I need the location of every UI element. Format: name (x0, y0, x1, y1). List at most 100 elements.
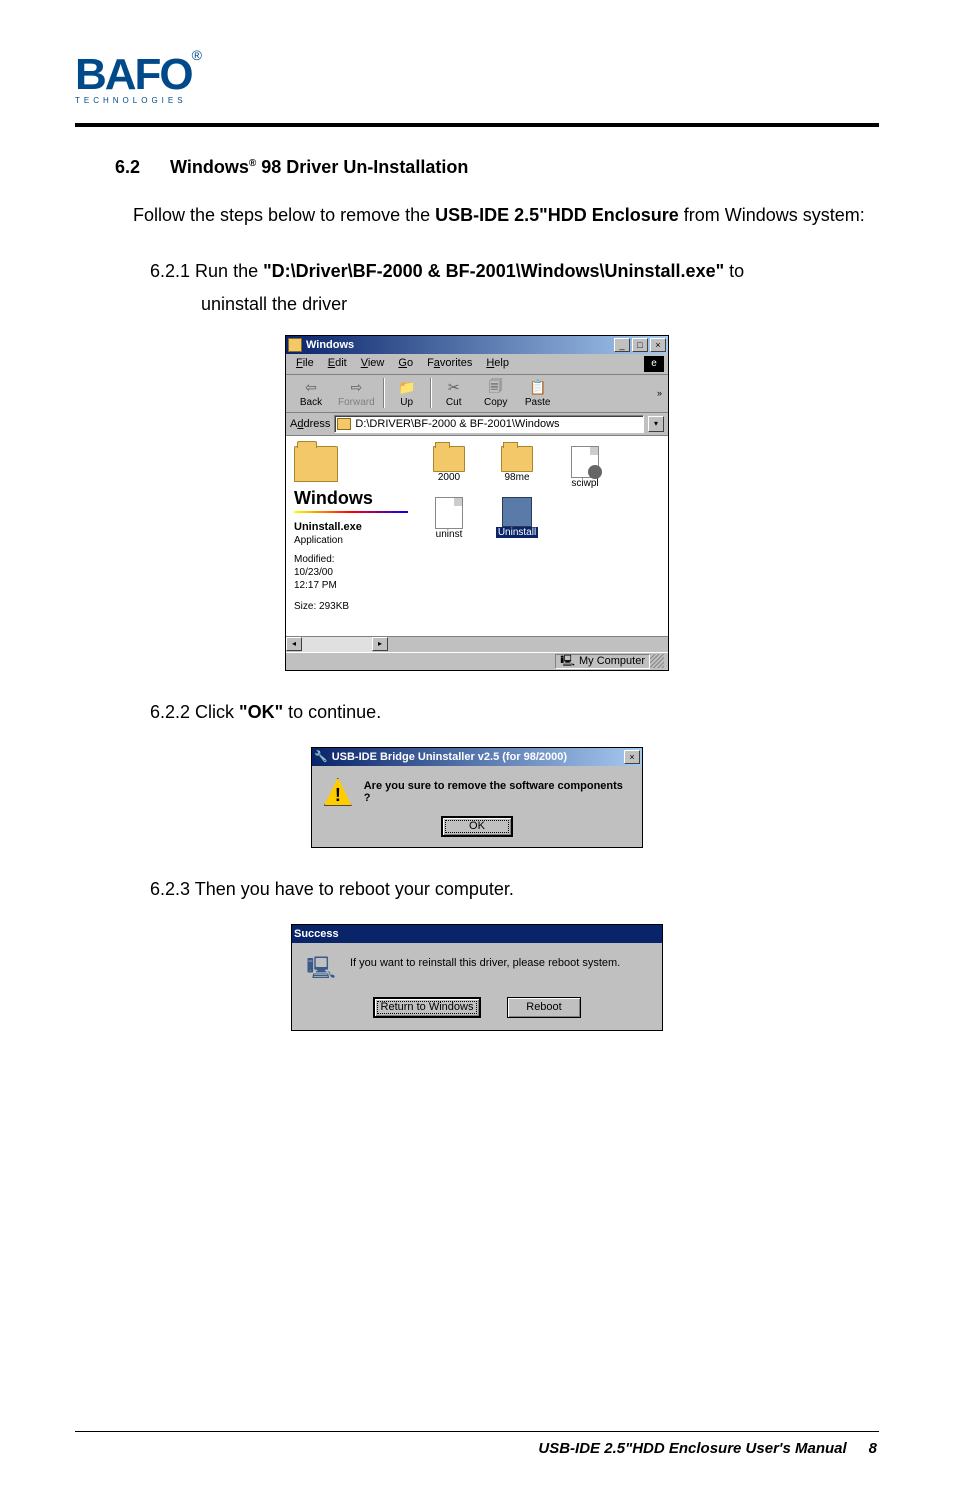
dialog2-titlebar[interactable]: Success (292, 925, 662, 943)
address-label: Address (290, 418, 330, 430)
paste-button[interactable]: 📋Paste (517, 377, 559, 410)
reboot-button[interactable]: Reboot (507, 997, 581, 1018)
menu-view[interactable]: View (355, 356, 391, 372)
minimize-button[interactable]: _ (614, 338, 630, 352)
modified-label: Modified: (294, 554, 408, 565)
status-bar: 🖳 My Computer (286, 652, 668, 670)
up-label: Up (400, 397, 413, 408)
step2-bold: "OK" (239, 702, 283, 722)
confirm-dialog: 🔧 USB-IDE Bridge Uninstaller v2.5 (for 9… (311, 747, 643, 848)
selected-type: Application (294, 535, 408, 546)
wizard-icon: 🔧 (314, 750, 328, 763)
success-icon: 🖳 (306, 955, 336, 985)
header-rule (75, 123, 879, 127)
dialog2-body: 🖳 If you want to reinstall this driver, … (292, 943, 662, 989)
scroll-left-button[interactable]: ◂ (286, 637, 302, 651)
step-6-2-1: 6.2.1 Run the "D:\Driver\BF-2000 & BF-20… (150, 258, 879, 286)
step1-line2: uninstall the driver (201, 294, 879, 315)
section-title-prefix: Windows (170, 157, 249, 177)
ok-label: OK (469, 820, 485, 832)
dialog1-titlebar[interactable]: 🔧 USB-IDE Bridge Uninstaller v2.5 (for 9… (312, 748, 642, 766)
size-text: Size: 293KB (294, 601, 408, 612)
ok-button[interactable]: OK (441, 816, 513, 837)
menubar: File Edit View Go Favorites Help e (286, 354, 668, 375)
menu-file[interactable]: File (290, 356, 320, 372)
section-number: 6.2 (115, 157, 140, 177)
copy-button[interactable]: 🗐Copy (475, 377, 517, 410)
selected-name: Uninstall.exe (294, 521, 408, 533)
menu-help[interactable]: Help (480, 356, 515, 372)
dialog2-title: Success (294, 928, 660, 940)
cut-button[interactable]: ✂Cut (433, 377, 475, 410)
intro-pre: Follow the steps below to remove the (133, 205, 435, 225)
ini-file-icon (435, 497, 463, 529)
intro-text: Follow the steps below to remove the USB… (133, 202, 879, 230)
scrollbar-track[interactable] (302, 637, 372, 652)
menu-go[interactable]: Go (392, 356, 419, 372)
footer-page: 8 (869, 1440, 877, 1457)
resize-grip[interactable] (650, 654, 664, 668)
step3-num: 6.2.3 (150, 879, 190, 899)
folder-icon (433, 446, 465, 472)
toolbar-overflow[interactable]: » (655, 388, 664, 398)
footer: USB-IDE 2.5"HDD Enclosure User's Manual … (75, 1432, 879, 1457)
figure-dialog1: 🔧 USB-IDE Bridge Uninstaller v2.5 (for 9… (75, 747, 879, 848)
folder-icon (501, 446, 533, 472)
list-item[interactable]: Uninstall (492, 497, 542, 540)
explorer-titlebar[interactable]: Windows _ □ × (286, 336, 668, 354)
step2-pre: Click (190, 702, 239, 722)
menu-favorites[interactable]: Favorites (421, 356, 478, 372)
cut-label: Cut (446, 397, 462, 408)
item-label: 98me (504, 472, 529, 483)
file-list[interactable]: 2000 98me sciwpl uninst Uninstall (416, 436, 668, 636)
forward-label: Forward (338, 397, 375, 408)
menu-edit[interactable]: Edit (322, 356, 353, 372)
list-item[interactable]: 2000 (424, 446, 474, 489)
status-zone: 🖳 My Computer (555, 654, 650, 669)
figure-explorer: Windows _ □ × File Edit View Go Favorite… (75, 335, 879, 671)
item-label: 2000 (438, 472, 460, 483)
paste-label: Paste (525, 397, 551, 408)
step1-pre: Run the (190, 261, 263, 281)
up-button[interactable]: 📁Up (386, 377, 428, 410)
scroll-right-button[interactable]: ▸ (372, 637, 388, 651)
back-label: Back (300, 397, 322, 408)
footer-text: USB-IDE 2.5"HDD Enclosure User's Manual (538, 1440, 846, 1457)
intro-bold: USB-IDE 2.5"HDD Enclosure (435, 205, 679, 225)
address-folder-icon (337, 418, 351, 430)
logo-registered: ® (192, 47, 202, 63)
back-button[interactable]: ⇦Back (290, 377, 332, 410)
step-6-2-3: 6.2.3 Then you have to reboot your compu… (150, 876, 879, 904)
step2-num: 6.2.2 (150, 702, 190, 722)
list-item[interactable]: 98me (492, 446, 542, 489)
address-field[interactable]: D:\DRIVER\BF-2000 & BF-2001\Windows (334, 415, 644, 433)
list-item[interactable]: uninst (424, 497, 474, 540)
forward-button[interactable]: ⇨Forward (332, 377, 381, 410)
close-button[interactable]: × (624, 750, 640, 764)
cut-icon: ✂ (444, 379, 464, 397)
gear-icon (588, 465, 602, 479)
modified-time: 12:17 PM (294, 580, 408, 591)
step3-text: Then you have to reboot your computer. (190, 879, 514, 899)
folder-icon (288, 338, 302, 352)
toolbar-separator (383, 378, 384, 408)
status-text: My Computer (579, 655, 645, 667)
ini-file-icon (571, 446, 599, 478)
close-button[interactable]: × (650, 338, 666, 352)
item-label-selected: Uninstall (496, 527, 538, 538)
intro-post: from Windows system: (679, 205, 865, 225)
item-label: sciwpl (571, 478, 598, 489)
return-label: Return to Windows (381, 1001, 474, 1013)
list-item[interactable]: sciwpl (560, 446, 610, 489)
address-bar: Address D:\DRIVER\BF-2000 & BF-2001\Wind… (286, 413, 668, 436)
return-button[interactable]: Return to Windows (373, 997, 481, 1018)
forward-arrow-icon: ⇨ (346, 379, 366, 397)
toolbar: ⇦Back ⇨Forward 📁Up ✂Cut 🗐Copy 📋Paste » (286, 375, 668, 413)
ie-logo-icon: e (644, 356, 664, 372)
explorer-client: Windows Uninstall.exe Application Modifi… (286, 436, 668, 636)
dialog2-buttons: Return to Windows Reboot (292, 989, 662, 1030)
step1-num: 6.2.1 (150, 261, 190, 281)
big-folder-icon (294, 446, 338, 482)
maximize-button[interactable]: □ (632, 338, 648, 352)
address-dropdown[interactable]: ▾ (648, 416, 664, 432)
